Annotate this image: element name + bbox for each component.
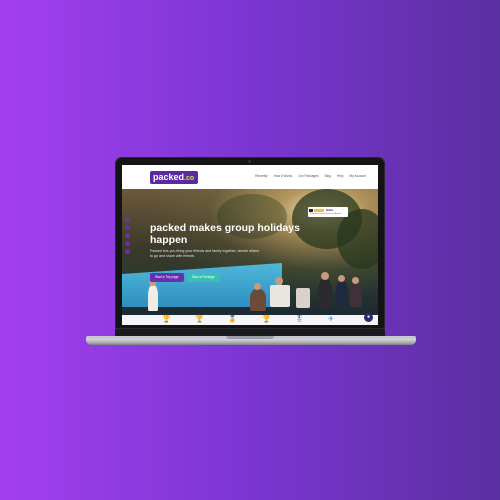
email-icon[interactable] xyxy=(125,249,130,254)
hero-headline: packed makes group holidays happen xyxy=(150,222,300,246)
nav-item-help[interactable]: Help xyxy=(337,174,344,178)
site-header: packed.co Recently How it Works Our Pack… xyxy=(122,165,378,189)
person-head xyxy=(321,272,329,280)
medal-icon: 🏅 xyxy=(228,316,237,323)
chat-icon[interactable]: ● xyxy=(364,313,373,322)
laptop-base xyxy=(86,339,416,345)
person-head xyxy=(254,283,261,290)
pinterest-icon[interactable] xyxy=(125,241,130,246)
person-figure xyxy=(148,285,158,311)
badge-caption: Platinum Trusted Service Award xyxy=(310,213,341,215)
person-figure xyxy=(250,289,266,311)
logo-main: packed xyxy=(153,172,185,182)
laptop-mockup: packed.co Recently How it Works Our Pack… xyxy=(0,0,500,500)
badge-title: feefo xyxy=(326,208,334,212)
person-figure xyxy=(270,285,290,307)
person-head xyxy=(352,277,359,284)
logo-suffix: .co xyxy=(184,175,195,182)
awards-bar: 🏆 🏆 🏅 🏆 🎖 ✈ ● xyxy=(122,313,378,325)
nav-item-recently[interactable]: Recently xyxy=(255,174,267,178)
star-rating-icon xyxy=(314,209,324,212)
start-trip-button[interactable]: Start a Trip page xyxy=(150,273,184,282)
nav-item-blog[interactable]: Blog xyxy=(325,174,331,178)
person-figure xyxy=(336,281,348,307)
facebook-icon[interactable] xyxy=(125,217,130,222)
nav-item-account[interactable]: My Account xyxy=(350,174,366,178)
hero-subtext: Packed lets you bring your friends and f… xyxy=(150,249,259,258)
person-figure xyxy=(350,283,362,307)
person-figure xyxy=(318,279,332,307)
laptop-hinge xyxy=(115,329,385,336)
laptop-screen: packed.co Recently How it Works Our Pack… xyxy=(122,165,378,325)
plane-icon: ✈ xyxy=(328,316,334,323)
camera-icon xyxy=(248,160,251,163)
nav-item-packages[interactable]: Our Packages xyxy=(298,174,318,178)
social-sidebar xyxy=(125,217,130,254)
trophy-bronze-icon: 🏆 xyxy=(195,316,204,323)
feefo-logo-icon xyxy=(309,209,313,212)
award-icon: 🎖 xyxy=(295,316,304,323)
nav-item-how-it-works[interactable]: How it Works xyxy=(274,174,293,178)
trophy-icon: 🏆 xyxy=(262,316,271,323)
nav-menu: Recently How it Works Our Packages Blog … xyxy=(255,174,366,178)
hero-section: packed makes group holidays happen Packe… xyxy=(122,189,378,315)
brand-logo[interactable]: packed.co xyxy=(150,171,199,184)
person-figure xyxy=(296,288,310,308)
person-head xyxy=(275,277,283,285)
instagram-icon[interactable] xyxy=(125,233,130,238)
trophy-gold-icon: 🏆 xyxy=(162,316,171,323)
start-package-button[interactable]: Start a Package xyxy=(187,273,220,282)
review-badge[interactable]: feefo Platinum Trusted Service Award xyxy=(308,207,348,217)
person-head xyxy=(338,275,345,282)
tree-shape xyxy=(337,209,378,269)
twitter-icon[interactable] xyxy=(125,225,130,230)
